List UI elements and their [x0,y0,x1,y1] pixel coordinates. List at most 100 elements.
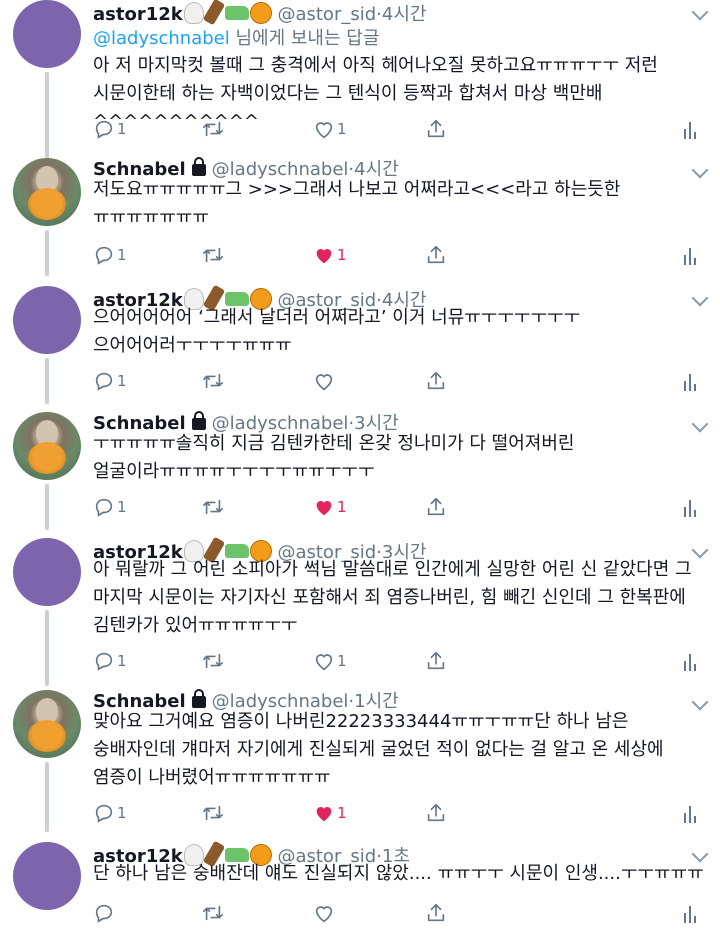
analytics-icon [683,651,697,671]
share-button[interactable] [425,368,447,394]
analytics-icon [683,903,697,923]
thread-connector [45,230,49,276]
tweet[interactable]: astor12k @astor_sid·3시간 아 뭐랄까 그 어린 소피아가 썩… [0,536,720,688]
retweet-icon [201,650,225,672]
reply-button[interactable]: 1 [93,494,127,520]
retweet-button[interactable] [201,800,225,826]
share-icon [425,802,447,824]
tweet-header: astor12k @astor_sid·4시간 [93,0,426,27]
tweet-actions: 1 [93,368,705,394]
share-icon [425,902,447,924]
reply-to-suffix: 님에게 보내는 답글 [229,28,380,49]
reply-count: 1 [117,498,127,516]
thread-connector [45,72,49,160]
like-button[interactable]: 1 [313,648,347,674]
like-button[interactable]: 1 [313,242,347,268]
reply-button[interactable]: 1 [93,368,127,394]
avatar[interactable] [13,0,81,68]
like-button[interactable] [313,368,337,394]
tweet[interactable]: Schnabel @ladyschnabel·1시간 맞아요 그거예요 염증이 나버… [0,689,720,840]
retweet-button[interactable] [201,368,225,394]
share-button[interactable] [425,494,447,520]
analytics-button[interactable] [683,800,697,826]
retweet-icon [201,370,225,392]
tweet-actions: 11 [93,800,705,826]
analytics-button[interactable] [683,242,697,268]
like-button[interactable]: 1 [313,800,347,826]
tweet-actions: 11 [93,494,705,520]
tweet[interactable]: astor12k @astor_sid·4시간 @ladyschnabel 님에게… [0,0,720,156]
avatar[interactable] [13,690,81,758]
share-button[interactable] [425,900,447,926]
like-button[interactable] [313,900,337,926]
avatar[interactable] [13,412,81,480]
like-count: 1 [337,804,347,822]
analytics-button[interactable] [683,368,697,394]
share-button[interactable] [425,800,447,826]
retweet-icon [201,902,225,924]
retweet-button[interactable] [201,494,225,520]
analytics-icon [683,119,697,139]
ghost-emoji-icon [183,2,204,24]
retweet-button[interactable] [201,242,225,268]
retweet-button[interactable] [201,648,225,674]
pumpkin-emoji-icon [249,2,272,24]
tweet-actions: 11 [93,242,705,268]
avatar[interactable] [13,842,81,910]
like-count: 1 [337,652,347,670]
heart-icon [313,496,335,518]
tweet[interactable]: Schnabel @ladyschnabel·4시간 저도요ㅠㅠㅠㅠㅠ그 >>>그래… [0,157,720,282]
analytics-button[interactable] [683,900,697,926]
analytics-button[interactable] [683,648,697,674]
heart-icon [313,118,335,140]
chevron-down-icon[interactable] [691,3,709,21]
analytics-icon [683,371,697,391]
tweet-text: 아 뭐랄까 그 어린 소피아가 썩님 말씀대로 인간에게 실망한 어린 신 같았… [93,559,692,636]
heart-icon [313,650,335,672]
analytics-button[interactable] [683,116,697,142]
reply-button[interactable]: 1 [93,116,127,142]
like-count: 1 [337,120,347,138]
reply-button[interactable]: 1 [93,242,127,268]
analytics-button[interactable] [683,494,697,520]
tweet[interactable]: Schnabel @ladyschnabel·3시간 ㅜㅠㅠㅠㅠ솔직히 지금 김텐카… [0,411,720,534]
tweet-text: 저도요ㅠㅠㅠㅠㅠ그 >>>그래서 나보고 어쩌라고<<<라고 하는듯한 ㅠㅠㅠㅠ… [93,179,621,228]
analytics-icon [683,245,697,265]
share-icon [425,244,447,266]
avatar-pumpkin [28,720,66,752]
reply-button[interactable]: 1 [93,800,127,826]
thread-connector [45,358,49,404]
share-button[interactable] [425,648,447,674]
share-button[interactable] [425,116,447,142]
reply-button[interactable] [93,900,117,926]
heart-icon [313,802,335,824]
heart-icon [313,244,335,266]
user-handle[interactable]: @astor_sid [277,4,376,25]
reply-icon [93,902,115,924]
avatar[interactable] [13,538,81,606]
tweet-time[interactable]: ·4시간 [376,4,426,25]
thread-connector [45,484,49,530]
retweet-button[interactable] [201,900,225,926]
thread-connector [45,762,49,832]
share-button[interactable] [425,242,447,268]
retweet-icon [201,118,225,140]
tweet-text: 단 하나 남은 숭배잔데 얘도 진실되지 않았.... ㅠㅠㅜㅜ 시문이 인생.… [93,863,704,884]
lock-icon [191,689,206,708]
retweet-button[interactable] [201,116,225,142]
reply-icon [93,118,115,140]
display-name[interactable]: astor12k [93,4,183,25]
reply-icon [93,802,115,824]
like-button[interactable]: 1 [313,116,347,142]
like-button[interactable]: 1 [313,494,347,520]
reply-icon [93,244,115,266]
avatar[interactable] [13,158,81,226]
tweet-text: 으어어어어어 ‘그래서 날더러 어쩌라고’ 이거 너뮤ㅠㅜㅜㅜㅜㅜㅜ 으어어어러… [93,307,581,356]
reply-to-link[interactable]: @ladyschnabel [93,28,230,49]
tweet[interactable]: astor12k @astor_sid·1초 단 하나 남은 숭배잔데 얘도 진실… [0,840,720,940]
reply-button[interactable]: 1 [93,648,127,674]
retweet-icon [201,496,225,518]
avatar[interactable] [13,286,81,354]
lock-icon [191,411,206,430]
tweet[interactable]: astor12k @astor_sid·4시간 으어어어어어 ‘그래서 날더러 어… [0,284,720,408]
